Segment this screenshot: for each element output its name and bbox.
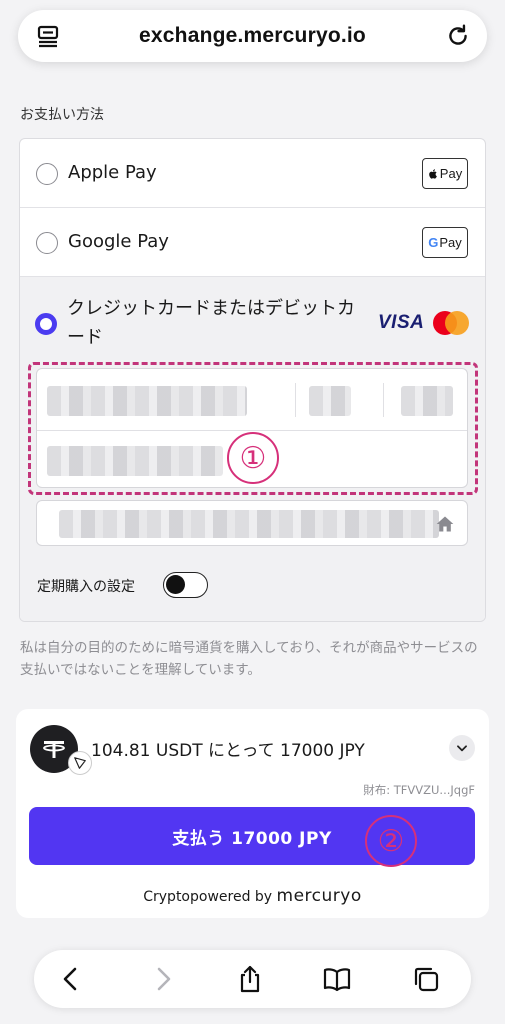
mastercard-icon <box>433 311 469 335</box>
powered-by: Cryptopowered by mercuryo <box>16 886 489 906</box>
tabs-icon[interactable] <box>36 24 60 48</box>
marker-two: ② <box>365 815 417 867</box>
radio-apple-pay[interactable] <box>36 163 58 185</box>
back-icon[interactable] <box>56 964 86 994</box>
powered-by-text: Cryptopowered by <box>143 889 273 905</box>
payment-method-label: お支払い方法 <box>20 107 104 123</box>
billing-address-field[interactable] <box>36 500 468 546</box>
reload-icon[interactable] <box>445 23 471 49</box>
mercuryo-logo: mercuryo <box>276 886 362 906</box>
subscription-toggle[interactable] <box>163 572 208 598</box>
tabs-overview-icon[interactable] <box>411 964 441 994</box>
apple-pay-badge-text: Pay <box>439 166 463 181</box>
forward-icon[interactable] <box>148 964 178 994</box>
visa-logo: VISA <box>378 312 425 333</box>
option-apple-pay[interactable]: Apple Pay Pay <box>20 139 485 208</box>
option-label-google-pay: Google Pay <box>68 231 169 252</box>
order-summary: 104.81 USDT にとって 17000 JPY 財布: TFVVZU...… <box>16 709 489 918</box>
address-bar[interactable]: exchange.mercuryo.io <box>18 10 487 62</box>
disclaimer-text: 私は自分の目的のために暗号通貨を購入しており、それが商品やサービスの支払いではな… <box>20 640 478 678</box>
google-pay-badge: G Pay <box>422 227 468 258</box>
google-logo-icon: G <box>428 235 439 250</box>
apple-logo-icon <box>429 168 437 179</box>
tron-network-icon <box>68 751 92 775</box>
url-text[interactable]: exchange.mercuryo.io <box>139 24 366 48</box>
exchange-quote: 104.81 USDT にとって 17000 JPY <box>91 741 365 761</box>
wallet-address: 財布: TFVVZU...JqgF <box>363 783 475 797</box>
radio-card[interactable] <box>35 313 57 335</box>
bookmarks-icon[interactable] <box>322 964 352 994</box>
subscription-label: 定期購入の設定 <box>37 579 135 595</box>
browser-toolbar <box>34 950 471 1008</box>
pay-button-label: 支払う 17000 JPY <box>172 828 332 849</box>
option-google-pay[interactable]: Google Pay G Pay <box>20 208 485 277</box>
marker-one: ① <box>227 432 279 484</box>
option-label-card: クレジットカードまたはデビットカード <box>67 298 355 348</box>
home-icon <box>436 516 454 532</box>
radio-google-pay[interactable] <box>36 232 58 254</box>
chevron-down-icon[interactable] <box>449 735 475 761</box>
share-icon[interactable] <box>235 964 265 994</box>
google-pay-badge-text: Pay <box>439 235 462 250</box>
option-label-apple-pay: Apple Pay <box>68 162 157 183</box>
apple-pay-badge: Pay <box>422 158 468 189</box>
